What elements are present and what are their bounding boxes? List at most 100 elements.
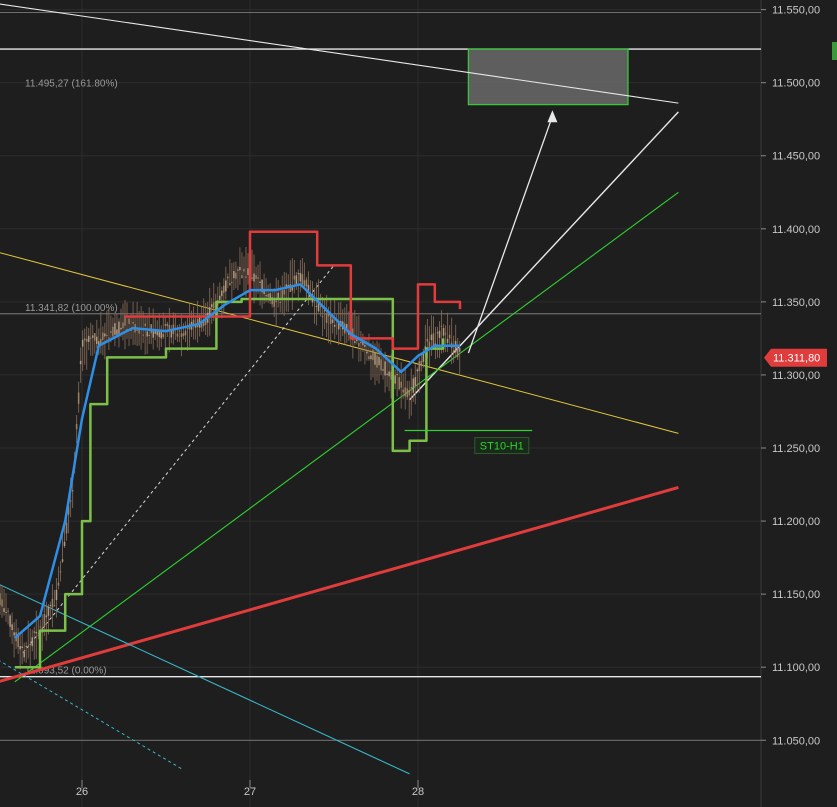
candle-body (307, 284, 310, 291)
candle-body (299, 272, 302, 282)
candle-body (43, 613, 46, 628)
target-zone-box (467, 48, 629, 106)
candle-body (142, 334, 144, 336)
y-tick-label: 11.350,00 (772, 297, 820, 309)
candle-body (291, 287, 294, 291)
candle-body (182, 333, 185, 336)
candle-body (386, 373, 388, 376)
candle-body (77, 392, 80, 404)
candle-body (243, 268, 245, 272)
candle-body (452, 350, 455, 352)
candle-body (110, 331, 112, 333)
candle-body (398, 377, 400, 390)
candle-body (275, 300, 278, 303)
candle-body (212, 302, 215, 309)
candle-body (91, 335, 94, 338)
candle-body (321, 316, 324, 318)
candle-body (257, 277, 259, 279)
candle-body (0, 593, 1, 605)
candle-body (400, 381, 402, 388)
candle-body (241, 275, 243, 279)
candle-body (120, 327, 122, 330)
candle-body (25, 645, 28, 647)
y-tick-label: 11.550,00 (772, 5, 820, 17)
candle-body (331, 319, 334, 323)
candle-body (301, 274, 304, 285)
candle-body (55, 589, 58, 601)
candle-body (265, 295, 267, 297)
candle-body (23, 651, 26, 658)
candle-body (160, 331, 163, 339)
candle-body (416, 369, 419, 372)
candle-body (33, 631, 36, 633)
candle-body (456, 347, 459, 358)
candle-body (35, 631, 38, 634)
candle-body (458, 348, 461, 352)
candle-body (220, 290, 223, 297)
price-chart[interactable]: 11.495,27 (161.80%) 11.341,82 (100.00%) 11… (0, 0, 837, 807)
candle-body (235, 272, 237, 279)
candle-body (128, 318, 130, 324)
candle-body (281, 290, 284, 299)
candle-body (1, 599, 3, 607)
candle-body (329, 315, 332, 325)
candle-body (283, 290, 286, 295)
candle-body (71, 490, 74, 492)
candle-body (108, 337, 110, 339)
candle-body (364, 344, 366, 347)
candle-body (366, 351, 368, 354)
candle-body (277, 292, 280, 299)
y-tick-label: 11.150,00 (772, 589, 820, 601)
candle-body (378, 356, 380, 366)
candle-body (9, 615, 11, 627)
fib-label: 11.495,27 (161.80%) (25, 79, 118, 90)
candle-body (69, 500, 72, 502)
candle-body (237, 269, 239, 271)
candle-body (45, 615, 48, 618)
candle-body (106, 334, 108, 337)
candle-body (239, 267, 241, 271)
candle-body (152, 330, 155, 338)
candle-body (162, 333, 165, 338)
candle-body (114, 323, 116, 335)
candle-body (380, 359, 382, 371)
candle-body (11, 624, 13, 631)
candle-body (394, 375, 396, 384)
candle-body (47, 606, 50, 616)
candle-body (406, 388, 409, 398)
candle-body (358, 343, 360, 347)
candle-body (253, 273, 255, 282)
candle-body (225, 280, 227, 292)
candle-body (178, 330, 181, 332)
candle-body (267, 293, 269, 297)
candle-body (39, 626, 42, 628)
candle-body (384, 361, 386, 376)
candle-body (444, 333, 447, 335)
candle-body (112, 326, 114, 337)
candle-body (3, 608, 5, 613)
candle-body (222, 285, 225, 293)
candle-body (297, 273, 300, 275)
target-zone[interactable] (467, 48, 629, 106)
y-tick-label: 11.250,00 (772, 443, 820, 455)
candle-body (81, 339, 84, 347)
candle-body (446, 338, 449, 343)
price-badge-label: 11.311,80 (773, 353, 820, 365)
candle-body (370, 355, 372, 360)
candle-body (118, 321, 120, 334)
candle-body (402, 389, 405, 393)
candle-body (218, 295, 221, 300)
candle-body (49, 604, 52, 606)
candle-body (27, 646, 30, 648)
candle-body (414, 377, 417, 386)
candle-body (79, 360, 82, 365)
x-tick-label: 27 (244, 786, 256, 798)
candle-body (132, 322, 134, 324)
candle-body (231, 281, 233, 283)
candle-body (396, 373, 398, 376)
candle-body (293, 275, 296, 280)
candle-body (51, 598, 54, 608)
candle-body (154, 331, 157, 334)
candle-body (245, 276, 247, 278)
candle-body (186, 328, 189, 330)
